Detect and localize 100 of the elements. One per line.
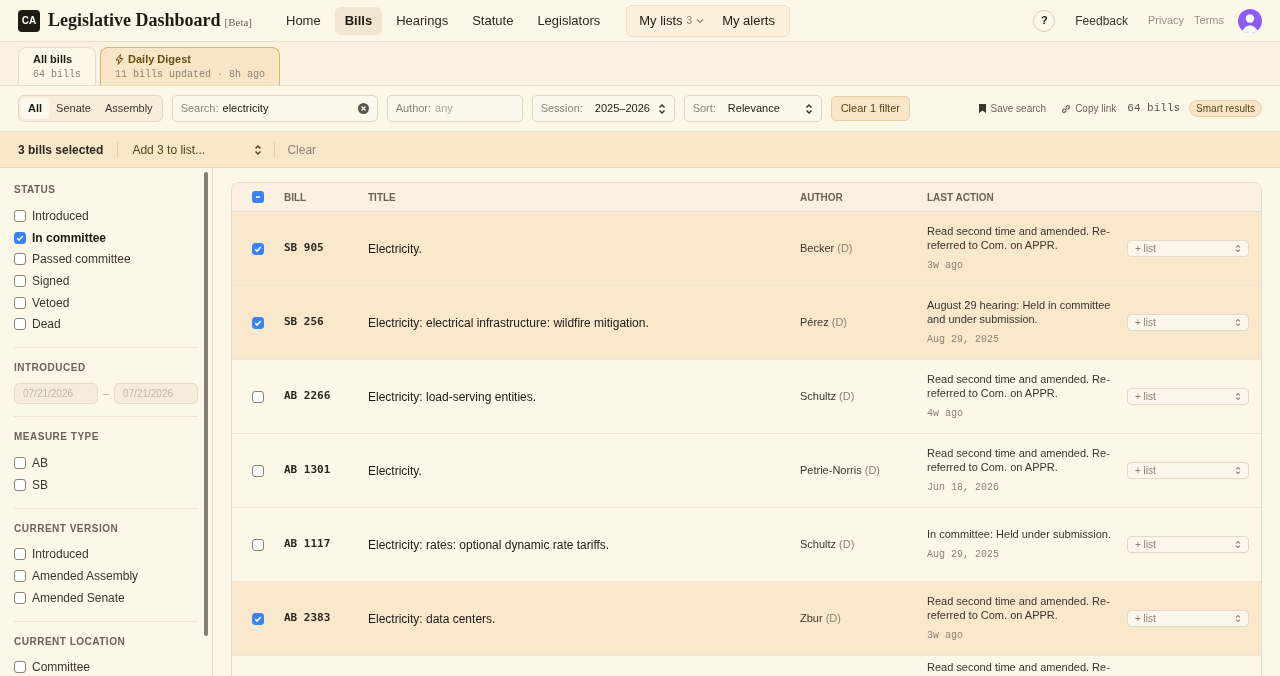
table-row[interactable]: SB 256 Electricity: electrical infrastructure: wildfire mitigation. Pérez (D) August 29 hearing: Held in committee and under submission. Aug 29, 2025 + list [232,286,1261,360]
avatar[interactable] [1238,8,1262,33]
tab[interactable]: All bills 64 bills [18,47,96,85]
nav-link[interactable]: Hearings [386,6,459,35]
bill-title[interactable]: Electricity. [368,461,800,480]
segment-button[interactable]: Senate [49,98,98,119]
chevron-icon [804,102,813,115]
logo[interactable]: CA [18,9,40,32]
checkbox[interactable] [14,253,26,266]
checkbox-label: Signed [32,272,70,290]
bill-number[interactable]: SB 905 [284,240,368,257]
my-alerts-link[interactable]: My alerts [712,10,785,31]
bill-title[interactable]: Electricity. [368,239,800,258]
checkbox[interactable] [14,591,26,604]
clear-filter-button[interactable]: Clear 1 filter [830,96,910,121]
segment-button[interactable]: Assembly [97,98,160,119]
bill-title[interactable]: Electricity: data centers. [368,609,800,628]
checkbox[interactable] [14,318,26,331]
last-action-text: August 29 hearing: Held in committee and under submission. [927,298,1112,326]
save-search-button[interactable]: Save search [978,101,1047,116]
bill-number[interactable]: AB 1117 [284,536,368,553]
chevron-icon [657,102,666,115]
select-all-checkbox[interactable] [252,191,264,203]
nav-link[interactable]: Home [276,6,331,35]
copy-link-button[interactable]: Copy link [1061,101,1117,116]
last-action-text: Read second time and amended. Re-referred to Com. on APPR. [927,372,1111,400]
checkbox[interactable] [14,274,26,287]
timestamp: 4w ago [927,407,964,421]
checkbox-label: Introduced [32,207,89,225]
sort-select[interactable]: Sort: Relevance [683,95,822,122]
chevron-icon [1235,466,1241,475]
session-select[interactable]: Session: 2025–2026 [531,95,675,122]
party-label: (D) [837,242,853,255]
checkbox[interactable] [14,570,26,583]
bookmark-icon [978,104,986,113]
checkbox[interactable] [252,538,264,551]
section-heading: INTRODUCED [14,361,87,376]
author-name: Zbur [800,612,823,625]
checkbox[interactable] [252,316,264,329]
checkbox-label: Introduced [32,546,89,564]
add-to-list-select[interactable]: + list [1127,536,1249,553]
range-separator: – [103,387,109,402]
checkbox[interactable] [14,456,26,469]
timestamp: Aug 29, 2025 [927,333,1000,347]
nav-link[interactable]: Statute [462,6,524,35]
author-name: Petrie-Norris [800,464,862,477]
clear-icon[interactable] [357,103,369,114]
add-to-list-select[interactable]: Add 3 to list... [132,140,263,159]
timestamp: 3w ago [927,629,964,643]
link-icon [1061,103,1072,114]
author-name: Becker [800,242,835,255]
feedback-link[interactable]: Feedback [1075,11,1128,30]
checkbox-label: Amended Senate [32,589,125,607]
checkbox[interactable] [14,231,26,244]
bill-number[interactable]: SB 256 [284,314,368,331]
nav-link[interactable]: Bills [334,6,383,35]
checkbox-label: In committee [32,229,106,247]
checkbox[interactable] [252,390,264,403]
bill-title[interactable]: Electricity: electrical infrastructure: wildfire mitigation. [368,313,800,332]
nav-link[interactable]: Legislators [527,6,611,35]
checkbox[interactable] [252,464,264,477]
bill-number[interactable]: AB 2266 [284,388,368,405]
checkbox[interactable] [14,296,26,309]
last-action-text: In committee: Held under submission. [927,527,1113,541]
party-label: (D) [864,464,880,477]
checkbox[interactable] [252,242,264,255]
bill-title[interactable]: Electricity: load-serving entities. [368,387,800,406]
add-to-list-select[interactable]: + list [1127,240,1249,257]
add-to-list-select[interactable]: + list [1127,388,1249,405]
checkbox-label: Dead [32,316,61,334]
lightning-icon [115,53,124,65]
bill-number[interactable]: AB 2383 [284,610,368,627]
checkbox[interactable] [14,661,26,674]
chevron-icon [1235,244,1241,253]
party-label: (D) [839,538,855,551]
add-to-list-select[interactable]: + list [1127,610,1249,627]
minus-icon [254,193,262,201]
add-to-list-select[interactable]: + list [1127,462,1249,479]
last-action-text: Read second time and amended. Re- [927,660,1111,674]
section-heading: CURRENT LOCATION [14,634,127,649]
checkbox[interactable] [14,478,26,491]
timestamp: 3w ago [927,259,964,273]
my-lists-menu[interactable]: My lists 3 [631,10,713,31]
bill-number[interactable]: AB 1301 [284,462,368,479]
bill-title[interactable]: Electricity: rates: optional dynamic rate tariffs. [368,535,800,554]
checkbox[interactable] [252,612,264,625]
scrollbar[interactable] [204,172,208,636]
add-to-list-select[interactable]: + list [1127,314,1249,331]
checkbox[interactable] [14,209,26,222]
search-field[interactable]: Search: electricity [171,95,378,122]
segment-button[interactable]: All [21,98,50,119]
checkbox[interactable] [14,548,26,561]
last-action-text: Read second time and amended. Re-referred to Com. on APPR. [927,224,1111,252]
timestamp: Jun 18, 2026 [927,481,1000,495]
author-field[interactable]: Author: any [386,95,523,122]
table-row[interactable]: SB 905 Electricity. Becker (D) Read second time and amended. Re-referred to Com. on APPR. 3w ago + list [232,212,1261,286]
tab[interactable]: Daily Digest 11 bills updated · 8h ago [100,47,281,85]
last-action-text: Read second time and amended. Re-referred to Com. on APPR. [927,594,1111,622]
chevron-icon [1235,392,1241,401]
table-row[interactable]: AB 2383 Electricity: data centers. Zbur (D) Read second time and amended. Re-referred to Com. on APPR. 3w ago + list [232,582,1261,656]
